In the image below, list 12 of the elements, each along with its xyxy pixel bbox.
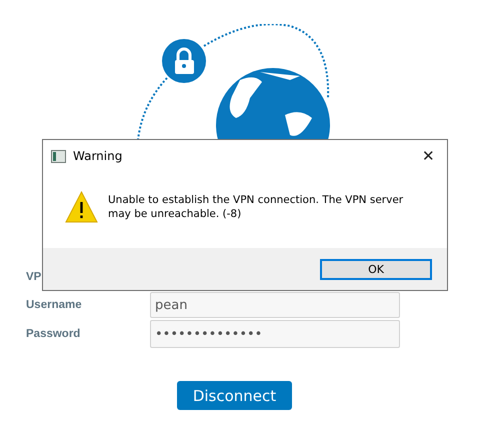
ok-button[interactable]: OK	[320, 258, 432, 280]
close-button[interactable]: ✕	[418, 147, 439, 165]
input-field[interactable]: ••••••••••••••	[150, 320, 400, 348]
field-label: Username	[26, 299, 83, 311]
input-field[interactable]: pean	[150, 292, 400, 318]
warning-icon	[65, 191, 98, 223]
window-icon	[51, 150, 66, 162]
field-label: VP	[26, 271, 42, 283]
dialog-title: Warning	[73, 149, 124, 163]
disconnect-button[interactable]: Disconnect	[177, 381, 292, 410]
field-label: Password	[26, 328, 82, 340]
warning-message: Unable to establish the VPN connection. The VPN server may be unreachable. (-8)	[108, 193, 404, 221]
